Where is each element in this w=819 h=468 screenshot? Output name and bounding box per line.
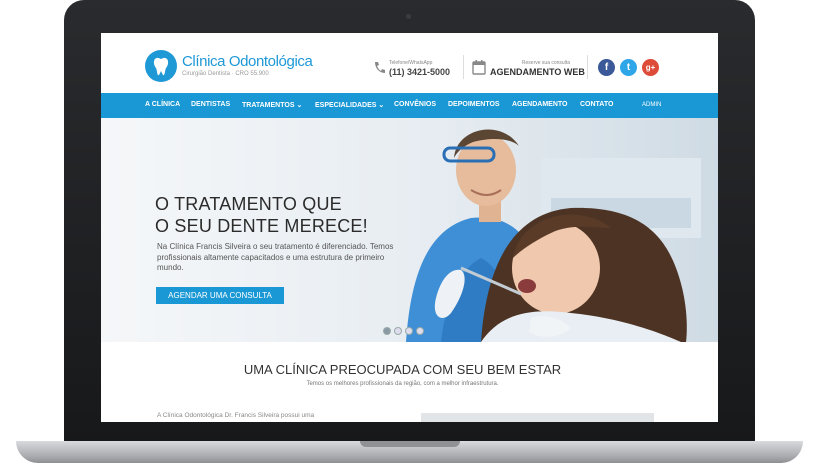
hero-title-line: O SEU DENTE MERECE!	[155, 216, 368, 236]
nav-item-depoimentos[interactable]: DEPOIMENTOS	[448, 101, 500, 108]
nav-item-admin[interactable]: ADMIN	[642, 102, 661, 108]
nav-item-convenios[interactable]: CONVÊNIOS	[394, 101, 436, 108]
section-title: UMA CLÍNICA PREOCUPADA COM SEU BEM ESTAR	[243, 362, 562, 377]
twitter-icon[interactable]: t	[620, 59, 637, 76]
calendar-icon	[472, 59, 486, 80]
slider-dot[interactable]	[416, 327, 424, 335]
website-screen: Clínica Odontológica Cirurgião Dentista …	[101, 33, 718, 422]
about-section: UMA CLÍNICA PREOCUPADA COM SEU BEM ESTAR…	[101, 342, 718, 422]
nav-item-contato[interactable]: CONTATO	[580, 101, 613, 108]
main-navigation: A CLÍNICA DENTISTAS TRATAMENTOS ⌄ ESPECI…	[101, 93, 718, 118]
slider-dot[interactable]	[405, 327, 413, 335]
nav-item-especialidades[interactable]: ESPECIALIDADES ⌄	[315, 101, 384, 109]
web-scheduling-link[interactable]: AGENDAMENTO WEB	[490, 67, 585, 77]
header-divider	[587, 55, 588, 79]
nav-item-dentistas[interactable]: DENTISTAS	[191, 101, 230, 108]
hero-title: O TRATAMENTO QUE O SEU DENTE MERECE!	[155, 193, 368, 237]
about-teaser-text: A Clínica Odontológica Dr. Francis Silve…	[157, 412, 315, 419]
logo-subtitle: Cirurgião Dentista · CRO 55.900	[182, 71, 269, 77]
schedule-appointment-button[interactable]: AGENDAR UMA CONSULTA	[156, 287, 284, 304]
phone-caption: Telefone/WhatsApp	[389, 60, 433, 66]
logo-title[interactable]: Clínica Odontológica	[182, 53, 313, 70]
webcam-icon	[406, 14, 411, 19]
phone-number[interactable]: (11) 3421-5000	[389, 67, 450, 77]
nav-item-tratamentos[interactable]: TRATAMENTOS ⌄	[242, 101, 302, 109]
schedule-caption: Reserve sua consulta	[521, 60, 570, 66]
hero-title-line: O TRATAMENTO QUE	[155, 194, 342, 214]
nav-item-agendamento[interactable]: AGENDAMENTO	[512, 101, 567, 108]
slider-dot[interactable]	[394, 327, 402, 335]
facebook-icon[interactable]: f	[598, 59, 615, 76]
phone-icon	[373, 61, 385, 80]
slider-pagination	[383, 322, 427, 340]
hero-description: Na Clínica Francis Silveira o seu tratam…	[157, 242, 394, 272]
hero-slider: O TRATAMENTO QUE O SEU DENTE MERECE! Na …	[101, 118, 718, 342]
site-header: Clínica Odontológica Cirurgião Dentista …	[101, 33, 718, 93]
tooth-logo-icon[interactable]	[145, 50, 177, 82]
section-subtitle: Temos os melhores profissionais da regiã…	[306, 381, 499, 387]
about-image	[421, 413, 654, 422]
slider-dot[interactable]	[383, 327, 391, 335]
google-plus-icon[interactable]: g+	[642, 59, 659, 76]
laptop-notch	[360, 441, 460, 447]
header-divider	[463, 55, 464, 79]
nav-item-clinica[interactable]: A CLÍNICA	[145, 101, 180, 108]
